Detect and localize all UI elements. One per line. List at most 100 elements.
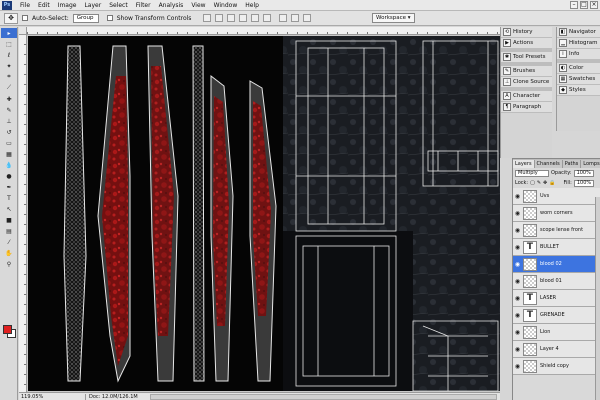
- eraser-tool[interactable]: ▭: [1, 138, 17, 148]
- visibility-eye-icon[interactable]: ◉: [513, 312, 522, 319]
- maximize-button[interactable]: □: [580, 1, 588, 9]
- lock-transparency-icon[interactable]: ▢: [530, 180, 535, 186]
- menu-layer[interactable]: Layer: [80, 2, 105, 9]
- tab-paths[interactable]: Paths: [562, 160, 582, 168]
- close-button[interactable]: ×: [590, 1, 598, 9]
- image-canvas[interactable]: [28, 36, 500, 391]
- workspace-dropdown[interactable]: Workspace ▾: [372, 13, 415, 23]
- menu-analysis[interactable]: Analysis: [155, 2, 188, 9]
- visibility-eye-icon[interactable]: ◉: [513, 346, 522, 353]
- align-right-button[interactable]: [263, 14, 272, 22]
- tab-comps[interactable]: Lomps: [581, 160, 600, 168]
- align-bottom-button[interactable]: [227, 14, 236, 22]
- visibility-eye-icon[interactable]: ◉: [513, 261, 522, 268]
- layer-name[interactable]: BULLET: [540, 244, 559, 250]
- layer-name[interactable]: scope lense front: [540, 227, 583, 233]
- layer-name[interactable]: GRENADE: [540, 312, 565, 318]
- menu-help[interactable]: Help: [241, 2, 263, 9]
- distribute-bottom-button[interactable]: [303, 14, 312, 22]
- hand-tool[interactable]: ✋: [1, 248, 17, 258]
- tab-layers[interactable]: Layers: [513, 160, 535, 168]
- visibility-eye-icon[interactable]: ◉: [513, 363, 522, 370]
- visibility-eye-icon[interactable]: ◉: [513, 295, 522, 302]
- dock-navigator[interactable]: ◧ Navigator: [557, 27, 600, 38]
- notes-tool[interactable]: ▤: [1, 226, 17, 236]
- tab-channels[interactable]: Channels: [534, 160, 563, 168]
- visibility-eye-icon[interactable]: ◉: [513, 329, 522, 336]
- menu-select[interactable]: Select: [105, 2, 132, 9]
- dock-info[interactable]: i Info: [557, 49, 600, 60]
- pen-tool[interactable]: ✒: [1, 182, 17, 192]
- menu-image[interactable]: Image: [54, 2, 81, 9]
- menu-window[interactable]: Window: [210, 2, 242, 9]
- brush-tool[interactable]: ✎: [1, 105, 17, 115]
- marquee-tool[interactable]: ⬚: [1, 39, 17, 49]
- layer-name[interactable]: Shield copy: [540, 363, 569, 369]
- transform-controls-checkbox[interactable]: [106, 15, 113, 21]
- auto-select-dropdown[interactable]: Group: [72, 13, 99, 23]
- move-tool[interactable]: ▸: [1, 28, 17, 38]
- zoom-level[interactable]: 119.05%: [19, 394, 45, 400]
- blur-tool[interactable]: 💧: [1, 160, 17, 170]
- align-left-button[interactable]: [239, 14, 248, 22]
- slice-tool[interactable]: ⟋: [1, 83, 17, 93]
- dock-histogram[interactable]: ▁ Histogram: [557, 38, 600, 49]
- align-top-button[interactable]: [203, 14, 212, 22]
- menu-filter[interactable]: Filter: [132, 2, 155, 9]
- menu-edit[interactable]: Edit: [34, 2, 54, 9]
- auto-select-checkbox[interactable]: [22, 15, 28, 21]
- crop-tool[interactable]: ⌗: [1, 72, 17, 82]
- dock-tool-presets[interactable]: ✱ Tool Presets: [501, 52, 552, 63]
- vertical-ruler[interactable]: [19, 35, 27, 392]
- menu-file[interactable]: File: [16, 2, 34, 9]
- menu-view[interactable]: View: [187, 2, 209, 9]
- layer-row[interactable]: ◉ worn corners: [513, 205, 600, 222]
- layer-name[interactable]: Lion: [540, 329, 550, 335]
- type-tool[interactable]: T: [1, 193, 17, 203]
- layer-row[interactable]: ◉ T GRENADE: [513, 307, 600, 324]
- healing-tool[interactable]: ✚: [1, 94, 17, 104]
- layer-name[interactable]: blood 02: [540, 261, 562, 267]
- dodge-tool[interactable]: ●: [1, 171, 17, 181]
- layer-name[interactable]: Layer 4: [540, 346, 559, 352]
- fill-field[interactable]: 100%: [573, 179, 595, 187]
- layer-row[interactable]: ◉ scope lense front: [513, 222, 600, 239]
- layer-name[interactable]: LASER: [540, 295, 556, 301]
- gradient-tool[interactable]: ▦: [1, 149, 17, 159]
- dock-styles[interactable]: ◆ Styles: [557, 85, 600, 96]
- visibility-eye-icon[interactable]: ◉: [513, 210, 522, 217]
- layer-row[interactable]: ◉ Shield copy: [513, 358, 600, 375]
- stamp-tool[interactable]: ⊥: [1, 116, 17, 126]
- layer-name[interactable]: Uvs: [540, 193, 549, 199]
- layer-row[interactable]: ◉ blood 02: [513, 256, 600, 273]
- lock-position-icon[interactable]: ✥: [543, 180, 547, 186]
- foreground-color-swatch[interactable]: [3, 325, 12, 334]
- dock-history[interactable]: ⟲ History: [501, 27, 552, 38]
- distribute-middle-button[interactable]: [291, 14, 300, 22]
- document-size[interactable]: Doc: 12.0M/126.1M: [85, 393, 147, 400]
- lasso-tool[interactable]: ℓ: [1, 50, 17, 60]
- visibility-eye-icon[interactable]: ◉: [513, 278, 522, 285]
- dock-paragraph[interactable]: ¶ Paragraph: [501, 102, 552, 113]
- zoom-tool[interactable]: ⚲: [1, 259, 17, 269]
- magic-wand-tool[interactable]: ✦: [1, 61, 17, 71]
- layer-name[interactable]: blood 01: [540, 278, 562, 284]
- dock-brushes[interactable]: ✎ Brushes: [501, 66, 552, 77]
- layer-row[interactable]: ◉ Layer 4: [513, 341, 600, 358]
- layer-row[interactable]: ◉ T BULLET: [513, 239, 600, 256]
- lock-all-icon[interactable]: 🔒: [549, 180, 555, 186]
- layer-name[interactable]: worn corners: [540, 210, 573, 216]
- visibility-eye-icon[interactable]: ◉: [513, 193, 522, 200]
- layer-row[interactable]: ◉ Uvs: [513, 188, 600, 205]
- layer-row[interactable]: ◉ Lion: [513, 324, 600, 341]
- align-center-button[interactable]: [251, 14, 260, 22]
- dock-swatches[interactable]: ▦ Swatches: [557, 74, 600, 85]
- tool-preset-picker[interactable]: ✥: [4, 12, 18, 24]
- ruler-origin[interactable]: [19, 27, 27, 35]
- blend-mode-dropdown[interactable]: Multiply: [515, 169, 549, 177]
- visibility-eye-icon[interactable]: ◉: [513, 244, 522, 251]
- layer-row[interactable]: ◉ T LASER: [513, 290, 600, 307]
- history-brush-tool[interactable]: ↺: [1, 127, 17, 137]
- layers-scrollbar[interactable]: [595, 197, 600, 400]
- dock-clone-source[interactable]: ⊥ Clone Source: [501, 77, 552, 88]
